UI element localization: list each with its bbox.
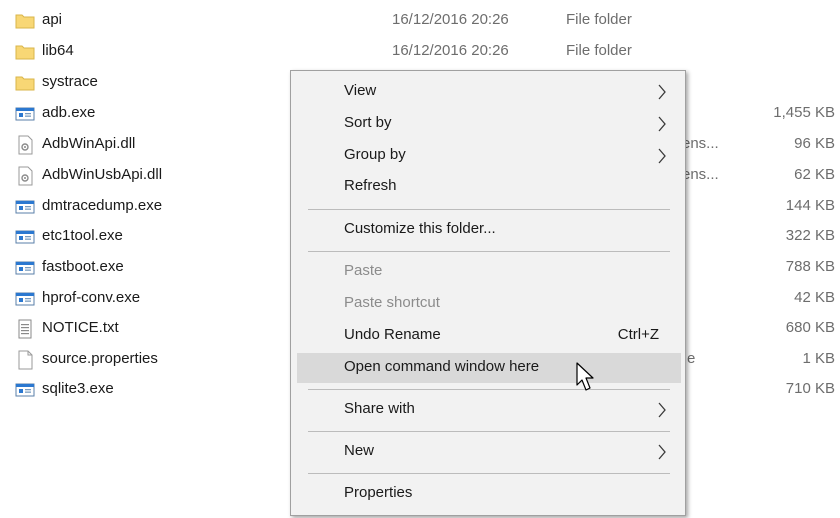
menu-item-label: Customize this folder... bbox=[344, 220, 496, 237]
chevron-right-icon bbox=[658, 402, 666, 418]
menu-item-label: Properties bbox=[344, 484, 413, 501]
menu-item-label: Undo Rename bbox=[344, 326, 441, 343]
folder-icon bbox=[15, 76, 35, 91]
chevron-right-icon bbox=[658, 116, 666, 132]
file-type: File folder bbox=[566, 11, 632, 28]
menu-separator bbox=[308, 251, 670, 252]
file-size: 710 KB bbox=[785, 380, 835, 397]
file-name: adb.exe bbox=[42, 104, 96, 121]
file-size: 62 KB bbox=[794, 166, 835, 183]
file-size: 680 KB bbox=[785, 319, 835, 336]
file-size: 42 KB bbox=[794, 289, 835, 306]
chevron-right-icon bbox=[658, 148, 666, 164]
mouse-cursor-icon bbox=[576, 362, 594, 391]
menu-item-paste-shortcut[interactable]: Paste shortcut bbox=[297, 289, 681, 319]
menu-item-paste[interactable]: Paste bbox=[297, 257, 681, 287]
menu-item-label: Refresh bbox=[344, 177, 397, 194]
menu-separator bbox=[308, 209, 670, 210]
exe-icon bbox=[15, 200, 35, 214]
menu-item-label: New bbox=[344, 442, 375, 459]
file-name: etc1tool.exe bbox=[42, 227, 123, 244]
menu-item-label: Paste shortcut bbox=[344, 294, 440, 311]
file-name: AdbWinApi.dll bbox=[42, 135, 136, 152]
exe-icon bbox=[15, 107, 35, 121]
chevron-right-icon bbox=[658, 84, 666, 100]
file-name: sqlite3.exe bbox=[42, 380, 114, 397]
menu-item-label: Share with bbox=[344, 400, 415, 417]
file-name: hprof-conv.exe bbox=[42, 289, 141, 306]
file-size: 788 KB bbox=[785, 258, 835, 275]
file-size: 144 KB bbox=[785, 197, 835, 214]
file-row-lib64[interactable]: lib64 16/12/2016 20:26 File folder bbox=[0, 37, 840, 67]
menu-item-group-by[interactable]: Group by bbox=[297, 141, 681, 171]
file-date: 16/12/2016 20:26 bbox=[392, 11, 509, 28]
exe-icon bbox=[15, 292, 35, 306]
menu-item-view[interactable]: View bbox=[297, 77, 681, 107]
file-name: AdbWinUsbApi.dll bbox=[42, 166, 163, 183]
menu-separator bbox=[308, 473, 670, 474]
dll-icon bbox=[18, 166, 33, 186]
file-type: e bbox=[687, 350, 696, 367]
menu-item-undo-rename[interactable]: Undo Rename Ctrl+Z bbox=[297, 321, 681, 351]
menu-item-label: Sort by bbox=[344, 114, 392, 131]
chevron-right-icon bbox=[658, 444, 666, 460]
file-size: 322 KB bbox=[785, 227, 835, 244]
exe-icon bbox=[15, 230, 35, 244]
menu-item-label: View bbox=[344, 82, 377, 99]
menu-item-label: Group by bbox=[344, 146, 406, 163]
file-name: api bbox=[42, 11, 63, 28]
menu-item-share-with[interactable]: Share with bbox=[297, 395, 681, 425]
menu-item-open-command-window[interactable]: Open command window here bbox=[297, 353, 681, 383]
menu-item-refresh[interactable]: Refresh bbox=[297, 172, 681, 202]
exe-icon bbox=[15, 383, 35, 397]
menu-item-label: Paste bbox=[344, 262, 383, 279]
file-name: systrace bbox=[42, 73, 98, 90]
file-type: File folder bbox=[566, 42, 632, 59]
file-type: ens... bbox=[682, 166, 719, 183]
file-row-api[interactable]: api 16/12/2016 20:26 File folder bbox=[0, 6, 840, 36]
menu-item-shortcut: Ctrl+Z bbox=[617, 326, 659, 343]
exe-icon bbox=[15, 261, 35, 275]
file-name: fastboot.exe bbox=[42, 258, 124, 275]
text-file-icon bbox=[18, 319, 32, 339]
file-name: source.properties bbox=[42, 350, 158, 367]
file-name: lib64 bbox=[42, 42, 74, 59]
dll-icon bbox=[18, 135, 33, 155]
file-size: 1,455 KB bbox=[773, 104, 835, 121]
file-size: 96 KB bbox=[794, 135, 835, 152]
file-name: NOTICE.txt bbox=[42, 319, 119, 336]
file-type: ens... bbox=[682, 135, 719, 152]
menu-separator bbox=[308, 389, 670, 390]
file-size: 1 KB bbox=[802, 350, 835, 367]
blank-file-icon bbox=[18, 350, 33, 370]
menu-item-label: Open command window here bbox=[344, 358, 540, 375]
menu-item-sort-by[interactable]: Sort by bbox=[297, 109, 681, 139]
file-date: 16/12/2016 20:26 bbox=[392, 42, 509, 59]
menu-item-properties[interactable]: Properties bbox=[297, 479, 681, 509]
menu-item-customize-folder[interactable]: Customize this folder... bbox=[297, 215, 681, 245]
file-name: dmtracedump.exe bbox=[42, 197, 163, 214]
menu-separator bbox=[308, 431, 670, 432]
folder-icon bbox=[15, 14, 35, 29]
menu-item-new[interactable]: New bbox=[297, 437, 681, 467]
folder-icon bbox=[15, 45, 35, 60]
context-menu: View Sort by Group by Refresh Customize … bbox=[290, 70, 686, 516]
